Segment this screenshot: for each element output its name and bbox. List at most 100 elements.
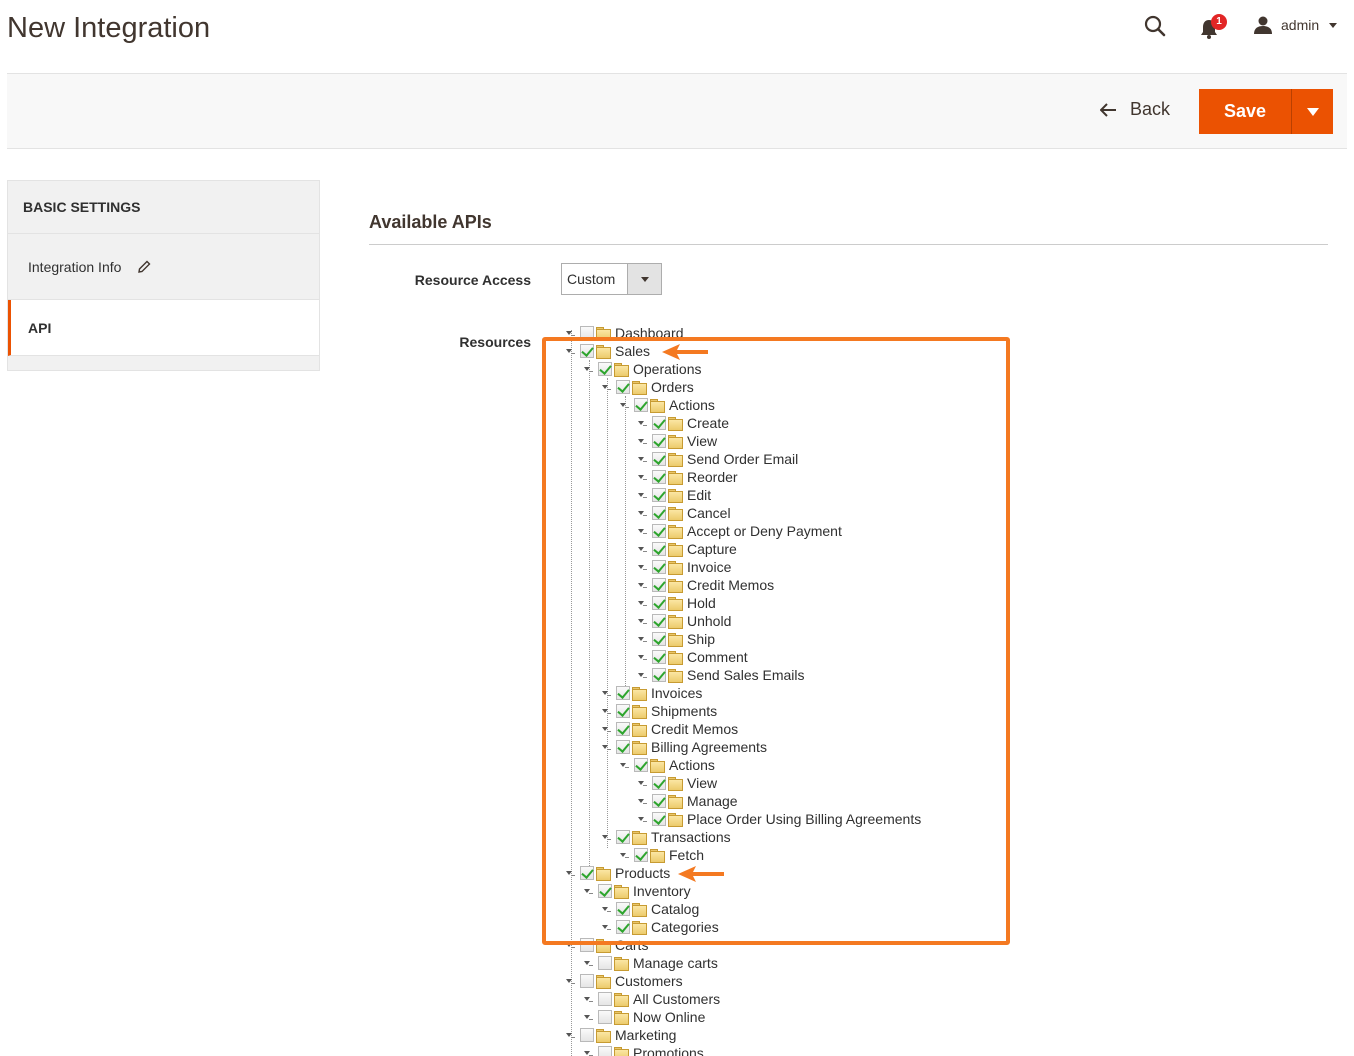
tree-expander-icon[interactable] <box>602 742 612 752</box>
search-icon[interactable] <box>1143 14 1167 38</box>
tree-node[interactable]: Ship <box>638 630 715 648</box>
tree-node[interactable]: Carts <box>566 936 648 954</box>
tree-node[interactable]: Fetch <box>620 846 704 864</box>
tree-node-label[interactable]: View <box>687 775 717 791</box>
tree-expander-icon[interactable] <box>620 760 630 770</box>
tree-node-checkbox[interactable] <box>652 488 666 502</box>
tree-node[interactable]: Capture <box>638 540 737 558</box>
tree-node-checkbox[interactable] <box>634 758 648 772</box>
tree-node[interactable]: Send Order Email <box>638 450 798 468</box>
tree-expander-icon[interactable] <box>566 940 576 950</box>
tree-node-checkbox[interactable] <box>616 830 630 844</box>
tree-node-label[interactable]: Fetch <box>669 847 704 863</box>
tree-node[interactable]: Actions <box>620 396 715 414</box>
tree-node-checkbox[interactable] <box>652 416 666 430</box>
tree-expander-icon[interactable] <box>566 868 576 878</box>
tree-node-label[interactable]: Billing Agreements <box>651 739 767 755</box>
tree-node-checkbox[interactable] <box>652 794 666 808</box>
tree-node[interactable]: Invoice <box>638 558 731 576</box>
tree-expander-icon[interactable] <box>566 976 576 986</box>
tree-node-label[interactable]: Customers <box>615 973 683 989</box>
tree-expander-icon[interactable] <box>602 904 612 914</box>
sidebar-item-api[interactable]: API <box>8 300 319 356</box>
tree-expander-icon[interactable] <box>638 544 648 554</box>
tree-node-label[interactable]: Inventory <box>633 883 691 899</box>
tree-node[interactable]: Unhold <box>638 612 731 630</box>
tree-node-checkbox[interactable] <box>652 812 666 826</box>
tree-expander-icon[interactable] <box>584 1048 594 1056</box>
tree-node[interactable]: All Customers <box>584 990 720 1008</box>
tree-node-label[interactable]: Shipments <box>651 703 717 719</box>
tree-node[interactable]: Accept or Deny Payment <box>638 522 842 540</box>
tree-expander-icon[interactable] <box>584 886 594 896</box>
tree-expander-icon[interactable] <box>620 850 630 860</box>
tree-node-label[interactable]: Catalog <box>651 901 699 917</box>
tree-node-checkbox[interactable] <box>616 740 630 754</box>
tree-node-checkbox[interactable] <box>598 884 612 898</box>
tree-node[interactable]: Products <box>566 864 670 882</box>
tree-node-label[interactable]: Accept or Deny Payment <box>687 523 842 539</box>
tree-node-checkbox[interactable] <box>652 452 666 466</box>
tree-node-checkbox[interactable] <box>652 506 666 520</box>
tree-node-label[interactable]: Marketing <box>615 1027 676 1043</box>
tree-node[interactable]: Now Online <box>584 1008 705 1026</box>
tree-expander-icon[interactable] <box>602 724 612 734</box>
tree-node-checkbox[interactable] <box>598 992 612 1006</box>
tree-node-label[interactable]: Promotions <box>633 1045 704 1056</box>
tree-node[interactable]: Sales <box>566 342 650 360</box>
tree-node-checkbox[interactable] <box>652 614 666 628</box>
tree-node-label[interactable]: Actions <box>669 397 715 413</box>
tree-node-checkbox[interactable] <box>652 596 666 610</box>
tree-node-label[interactable]: Now Online <box>633 1009 705 1025</box>
tree-node-checkbox[interactable] <box>616 704 630 718</box>
tree-node[interactable]: Edit <box>638 486 711 504</box>
tree-expander-icon[interactable] <box>638 616 648 626</box>
tree-node-label[interactable]: Products <box>615 865 670 881</box>
tree-node-label[interactable]: Manage carts <box>633 955 718 971</box>
tree-node-label[interactable]: Actions <box>669 757 715 773</box>
tree-expander-icon[interactable] <box>584 994 594 1004</box>
tree-node-checkbox[interactable] <box>652 434 666 448</box>
tree-node[interactable]: Inventory <box>584 882 691 900</box>
tree-node[interactable]: Shipments <box>602 702 717 720</box>
tree-node[interactable]: Cancel <box>638 504 731 522</box>
tree-node-checkbox[interactable] <box>616 902 630 916</box>
tree-node-label[interactable]: Edit <box>687 487 711 503</box>
tree-node-label[interactable]: Credit Memos <box>651 721 738 737</box>
tree-node-checkbox[interactable] <box>598 956 612 970</box>
tree-node-checkbox[interactable] <box>616 686 630 700</box>
tree-node[interactable]: Place Order Using Billing Agreements <box>638 810 921 828</box>
tree-node[interactable]: Manage <box>638 792 738 810</box>
tree-node[interactable]: Operations <box>584 360 701 378</box>
tree-node-label[interactable]: Unhold <box>687 613 731 629</box>
tree-node-checkbox[interactable] <box>652 542 666 556</box>
tree-node-checkbox[interactable] <box>652 776 666 790</box>
tree-node[interactable]: View <box>638 774 717 792</box>
tree-node[interactable]: Transactions <box>602 828 731 846</box>
tree-node-label[interactable]: Sales <box>615 343 650 359</box>
tree-node-checkbox[interactable] <box>580 974 594 988</box>
tree-node[interactable]: Reorder <box>638 468 738 486</box>
tree-expander-icon[interactable] <box>638 418 648 428</box>
save-button[interactable]: Save <box>1199 89 1291 134</box>
tree-expander-icon[interactable] <box>566 346 576 356</box>
tree-node-label[interactable]: Place Order Using Billing Agreements <box>687 811 921 827</box>
tree-expander-icon[interactable] <box>638 670 648 680</box>
tree-node[interactable]: Dashboard <box>566 324 684 342</box>
user-menu[interactable]: admin <box>1253 14 1338 36</box>
tree-expander-icon[interactable] <box>638 490 648 500</box>
tree-node-label[interactable]: Comment <box>687 649 748 665</box>
tree-node-checkbox[interactable] <box>580 938 594 952</box>
tree-node[interactable]: View <box>638 432 717 450</box>
tree-node[interactable]: Send Sales Emails <box>638 666 805 684</box>
tree-expander-icon[interactable] <box>638 580 648 590</box>
tree-expander-icon[interactable] <box>638 814 648 824</box>
tree-node[interactable]: Manage carts <box>584 954 718 972</box>
tree-expander-icon[interactable] <box>620 400 630 410</box>
tree-expander-icon[interactable] <box>638 508 648 518</box>
tree-expander-icon[interactable] <box>602 382 612 392</box>
tree-node-label[interactable]: Hold <box>687 595 716 611</box>
sidebar-item-integration-info[interactable]: Integration Info <box>8 234 319 300</box>
tree-node-checkbox[interactable] <box>598 1010 612 1024</box>
tree-node-label[interactable]: All Customers <box>633 991 720 1007</box>
